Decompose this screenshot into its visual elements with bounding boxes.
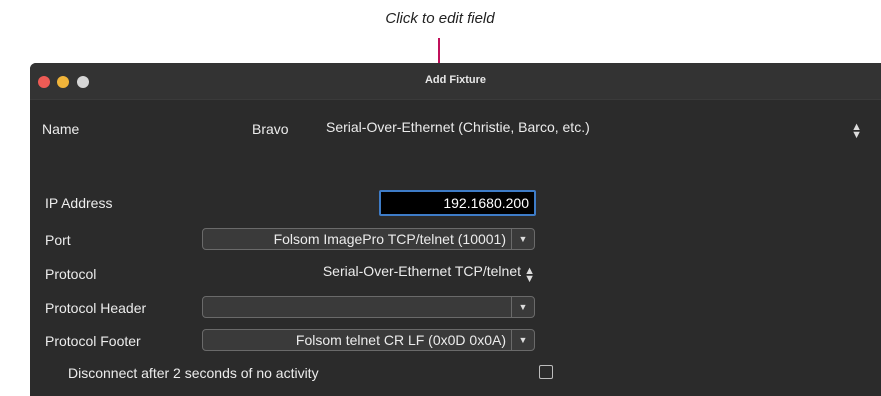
- annotation-text: Click to edit field: [385, 10, 495, 27]
- dropdown-arrow-icon: ▼: [511, 229, 534, 249]
- protocol-header-label: Protocol Header: [45, 300, 147, 316]
- protocol-footer-label: Protocol Footer: [45, 333, 141, 349]
- name-label: Name: [42, 121, 80, 137]
- protocol-label: Protocol: [45, 266, 97, 282]
- fixture-type-value: Serial-Over-Ethernet (Christie, Barco, e…: [326, 119, 590, 135]
- title-bar: Add Fixture: [30, 63, 881, 100]
- protocol-header-select[interactable]: ▼: [202, 296, 535, 318]
- ip-address-input[interactable]: 192.1680.200: [379, 190, 536, 216]
- disconnect-checkbox[interactable]: [539, 365, 553, 379]
- dropdown-arrow-icon: ▼: [511, 330, 534, 350]
- protocol-select[interactable]: Serial-Over-Ethernet TCP/telnet ▲ ▼: [202, 261, 535, 285]
- ip-address-label: IP Address: [45, 195, 113, 211]
- port-value: Folsom ImagePro TCP/telnet (10001): [273, 231, 506, 247]
- updown-arrows-icon: ▲ ▼: [851, 121, 862, 141]
- protocol-value: Serial-Over-Ethernet TCP/telnet: [322, 263, 521, 279]
- fixture-type-select[interactable]: Serial-Over-Ethernet (Christie, Barco, e…: [326, 117, 866, 141]
- protocol-footer-value: Folsom telnet CR LF (0x0D 0x0A): [295, 332, 506, 348]
- dropdown-arrow-icon: ▼: [511, 297, 534, 317]
- window-title: Add Fixture: [424, 74, 487, 86]
- updown-arrows-icon: ▲ ▼: [524, 265, 535, 285]
- name-value[interactable]: Bravo: [252, 121, 289, 137]
- port-label: Port: [45, 232, 71, 248]
- port-select[interactable]: Folsom ImagePro TCP/telnet (10001) ▼: [202, 228, 535, 250]
- protocol-footer-select[interactable]: Folsom telnet CR LF (0x0D 0x0A) ▼: [202, 329, 535, 351]
- disconnect-label: Disconnect after 2 seconds of no activit…: [68, 365, 319, 381]
- ip-address-value: 192.1680.200: [443, 195, 529, 211]
- add-fixture-window: Add Fixture Name Bravo Serial-Over-Ether…: [30, 63, 881, 396]
